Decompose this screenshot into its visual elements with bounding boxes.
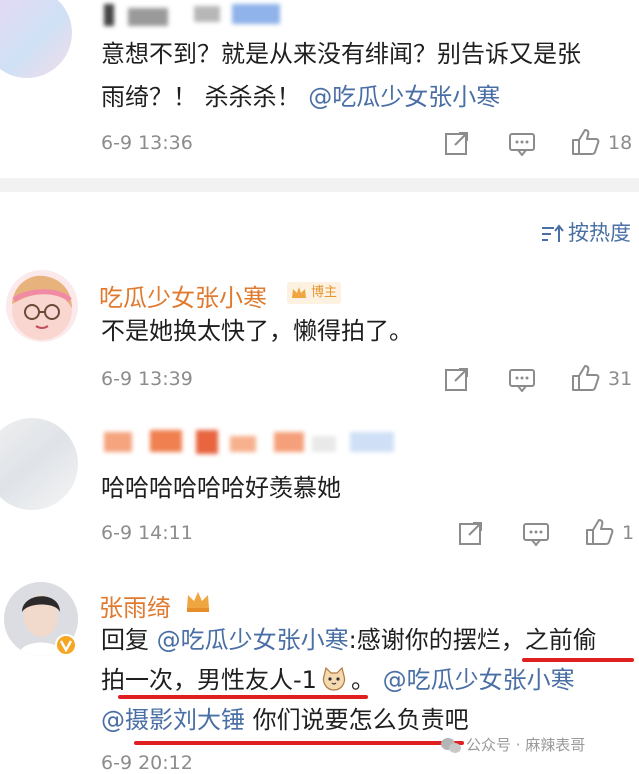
username-redacted: [196, 430, 218, 454]
emphasis-underline: [522, 658, 634, 662]
watermark-text: 公众号 · 麻辣表哥: [466, 736, 586, 754]
like-icon[interactable]: [570, 364, 600, 392]
comment-time: 6-9 13:36: [101, 132, 193, 154]
comment-time: 6-9 13:39: [101, 368, 193, 390]
blogger-badge: 博主: [287, 282, 342, 304]
sort-by-hot-button[interactable]: 按热度: [540, 217, 631, 247]
like-count: 31: [608, 368, 633, 390]
wechat-icon: [440, 737, 462, 755]
section-divider: [0, 178, 639, 192]
share-icon[interactable]: [444, 366, 470, 392]
cat-emoji-icon: [321, 666, 347, 692]
celebrity-username[interactable]: 张雨绮: [99, 588, 171, 623]
username-redacted: [150, 430, 182, 452]
username-redacted: [104, 432, 132, 452]
reply-text-line: 拍一次，男性友人-1 。 @吃瓜少女张小寒: [101, 662, 575, 698]
like-count: 18: [608, 132, 633, 154]
username-redacted: [194, 6, 220, 22]
comment-icon[interactable]: [508, 368, 536, 392]
blogger-avatar[interactable]: [6, 270, 78, 342]
reply-text-segment: :感谢你的摆烂，之前偷: [348, 626, 597, 654]
comment-time: 6-9 14:11: [101, 522, 193, 544]
verified-badge-icon: [55, 634, 77, 656]
reply-text-line: @摄影刘大锤 你们说要怎么负责吧: [101, 702, 469, 738]
comment-text: 不是她换太快了，懒得拍了。: [101, 317, 413, 345]
reply-text-segment: 拍一次，男性友人-1: [101, 666, 317, 694]
username-redacted: [230, 436, 256, 452]
commenter-avatar[interactable]: [0, 418, 78, 510]
username-redacted: [104, 4, 114, 26]
crown-icon: [290, 284, 308, 302]
share-icon[interactable]: [458, 520, 484, 546]
username-redacted: [350, 432, 394, 452]
mention-link[interactable]: @吃瓜少女张小寒: [383, 666, 575, 694]
comment-icon[interactable]: [522, 522, 550, 546]
mention-link[interactable]: @吃瓜少女张小寒: [308, 83, 500, 111]
mention-link[interactable]: @吃瓜少女张小寒: [157, 626, 349, 654]
emphasis-underline: [134, 741, 464, 745]
username-redacted: [274, 432, 304, 452]
crown-icon: [184, 588, 212, 614]
reply-text-segment: 你们说要怎么负责吧: [245, 706, 469, 734]
reply-prefix: 回复: [101, 626, 149, 654]
comment-text: 雨绮？！ 杀杀杀！ @吃瓜少女张小寒: [101, 79, 500, 115]
like-icon[interactable]: [570, 128, 600, 156]
blogger-username[interactable]: 吃瓜少女张小寒: [99, 278, 267, 313]
emphasis-underline: [118, 695, 368, 699]
comment-text: 意想不到？就是从来没有绯闻？别告诉又是张: [101, 40, 581, 68]
reply-text-segment: 。: [350, 666, 375, 694]
badge-label: 博主: [311, 285, 338, 300]
watermark: 公众号 · 麻辣表哥: [440, 734, 585, 755]
share-icon[interactable]: [444, 130, 470, 156]
commenter-avatar[interactable]: [0, 0, 72, 78]
username-redacted: [128, 8, 168, 26]
comment-icon[interactable]: [508, 132, 536, 156]
username-redacted: [232, 4, 280, 24]
comment-text-segment: 雨绮？！ 杀杀杀！: [101, 83, 301, 111]
like-icon[interactable]: [584, 518, 614, 546]
sort-label: 按热度: [568, 221, 631, 245]
like-count: 1: [622, 522, 635, 544]
mention-link[interactable]: @摄影刘大锤: [101, 706, 245, 734]
comment-text: 哈哈哈哈哈哈好羡慕她: [101, 474, 341, 502]
reply-text-line: 回复 @吃瓜少女张小寒:感谢你的摆烂，之前偷: [101, 622, 597, 658]
username-redacted: [312, 436, 336, 452]
sort-icon: [540, 224, 564, 244]
